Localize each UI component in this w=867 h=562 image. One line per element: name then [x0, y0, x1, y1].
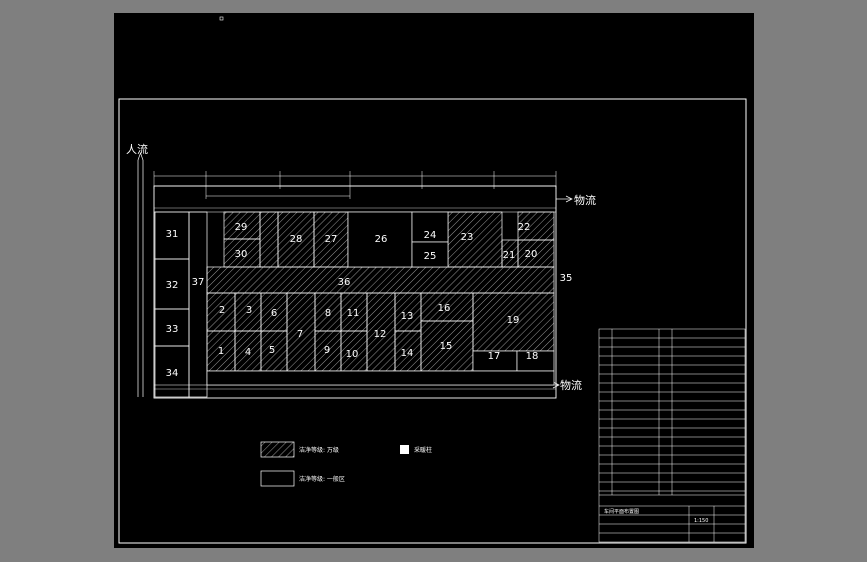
drawing-title: 车间平面布置图	[604, 508, 639, 515]
room-33: 33	[166, 324, 179, 335]
room-24: 24	[424, 230, 437, 241]
room-17: 17	[488, 351, 501, 362]
legend-hatched-swatch	[260, 441, 295, 458]
room-9: 9	[324, 345, 330, 356]
title-block-text: 车间平面布置图 1:150	[604, 508, 708, 524]
room-30: 30	[235, 249, 248, 260]
room-14: 14	[401, 348, 414, 359]
room-1: 1	[218, 346, 224, 357]
room-13: 13	[401, 311, 414, 322]
dimension-lines	[153, 171, 557, 199]
floor-plan-drawing: 31 32 33 34 37 29 30 28 27 26 24 25 23 2…	[118, 16, 747, 544]
legend-square-swatch	[400, 445, 409, 454]
room-8: 8	[325, 308, 331, 319]
room-26: 26	[375, 234, 388, 245]
room-20: 20	[525, 249, 538, 260]
legend-plain-swatch	[260, 470, 295, 487]
room-37: 37	[192, 277, 205, 288]
goods-flow-label-top: 物流	[574, 193, 596, 207]
room-32: 32	[166, 280, 179, 291]
room-5: 5	[269, 345, 275, 356]
drawing-canvas: 31 32 33 34 37 29 30 28 27 26 24 25 23 2…	[114, 13, 754, 548]
room-4: 4	[245, 347, 251, 358]
room-23: 23	[461, 232, 474, 243]
room-16: 16	[438, 303, 451, 314]
legend-square-label: 采暖柱	[414, 446, 432, 454]
room-28: 28	[290, 234, 303, 245]
people-flow-arrow	[137, 151, 144, 397]
room-15: 15	[440, 341, 453, 352]
room-12: 12	[374, 329, 387, 340]
origin-mark	[219, 16, 224, 21]
room-27: 27	[325, 234, 338, 245]
room-34: 34	[166, 368, 179, 379]
room-25: 25	[424, 251, 437, 262]
legend: 洁净等级: 万级 洁净等级: 一般区 采暖柱	[260, 441, 432, 487]
room-22: 22	[518, 222, 531, 233]
people-flow-label: 人流	[126, 142, 148, 156]
room-35: 35	[560, 273, 573, 284]
legend-plain-label: 洁净等级: 一般区	[299, 475, 345, 483]
legend-hatched-label: 洁净等级: 万级	[299, 446, 339, 454]
goods-flow-label-bottom: 物流	[560, 378, 582, 392]
left-rooms	[154, 211, 208, 398]
room-31: 31	[166, 229, 179, 240]
room-6: 6	[271, 308, 277, 319]
room-7: 7	[297, 329, 303, 340]
room-21: 21	[503, 250, 516, 261]
room-19: 19	[507, 315, 520, 326]
room-10: 10	[346, 349, 359, 360]
room-2: 2	[219, 305, 225, 316]
room-3: 3	[246, 305, 252, 316]
room-11: 11	[347, 308, 360, 319]
room-18: 18	[526, 351, 539, 362]
room-36: 36	[338, 277, 351, 288]
room-29: 29	[235, 222, 248, 233]
drawing-scale: 1:150	[694, 518, 708, 524]
